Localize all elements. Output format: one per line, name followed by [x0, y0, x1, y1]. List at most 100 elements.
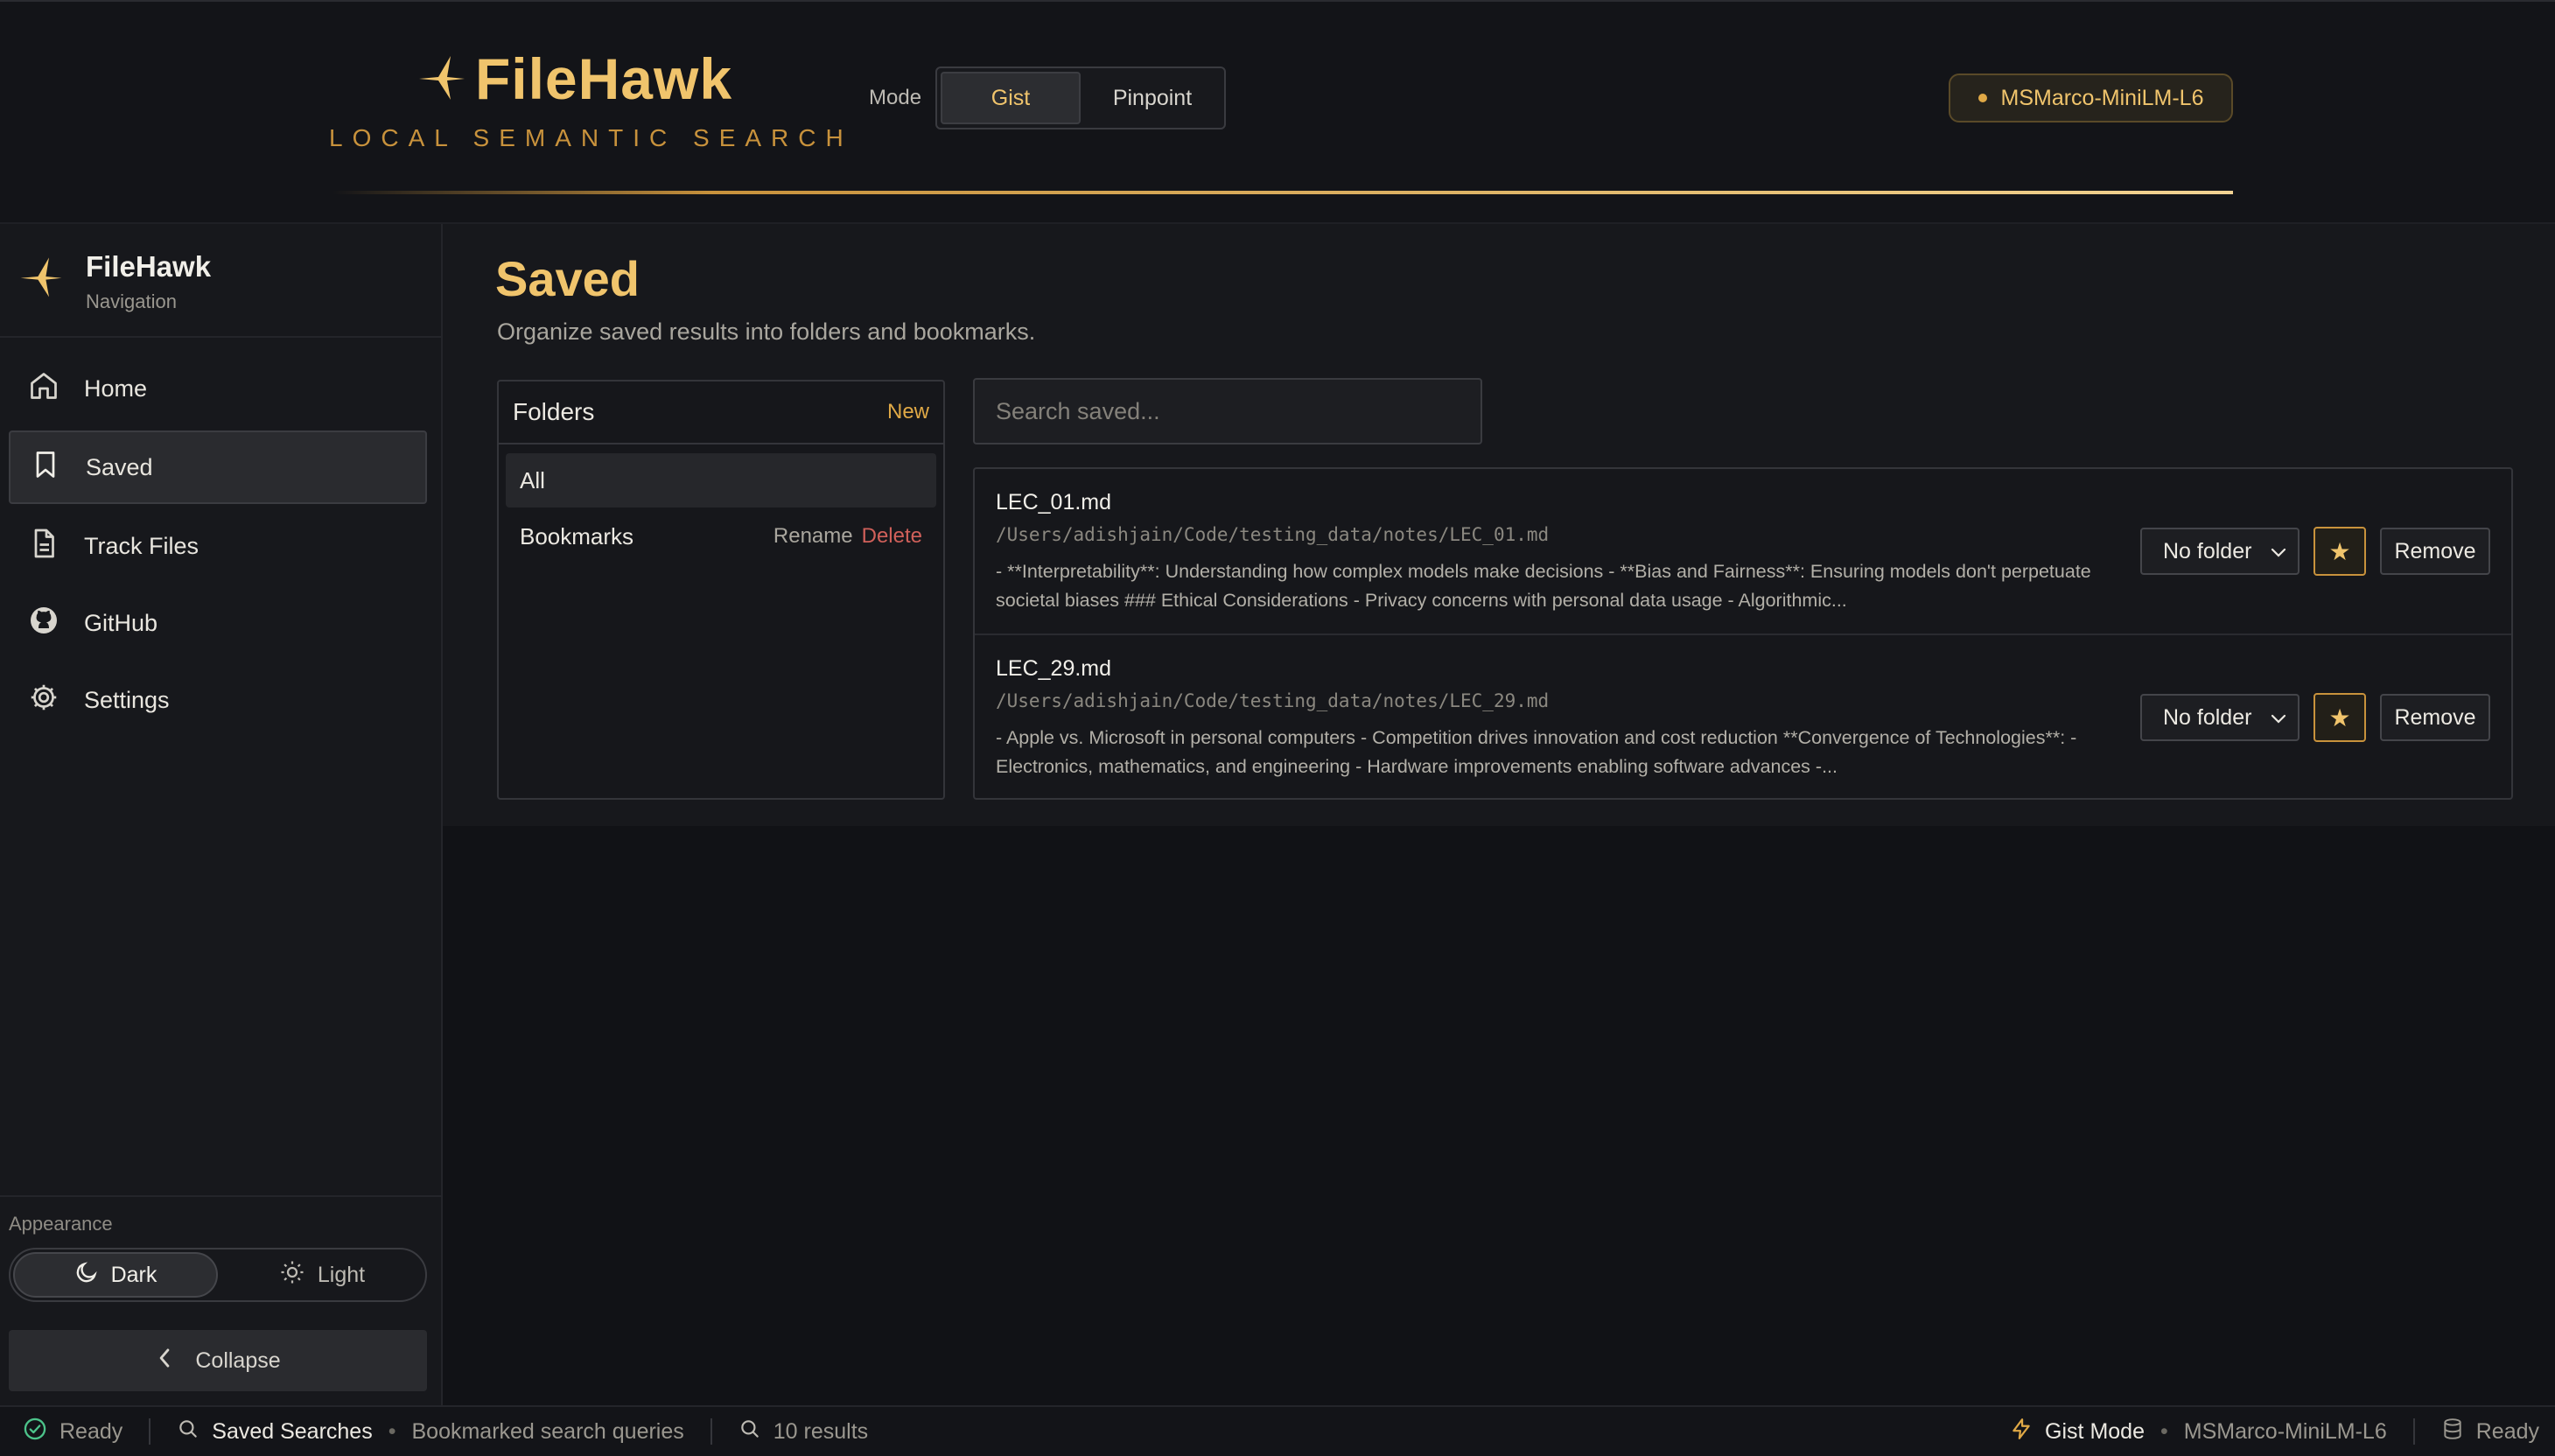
result-controls: No folder ★ Remove	[2140, 527, 2490, 576]
folders-panel: Folders New All Bookmarks Rename Delete	[497, 380, 945, 800]
sidebar-brand-subtitle: Navigation	[86, 290, 177, 312]
sidebar-item-label: Settings	[84, 686, 170, 713]
status-separator-dot: •	[2160, 1418, 2168, 1444]
sidebar-item-label: Track Files	[84, 532, 200, 559]
status-model-name: MSMarco-MiniLM-L6	[2183, 1418, 2387, 1444]
file-icon	[28, 528, 60, 565]
folder-select[interactable]: No folder	[2140, 694, 2300, 741]
sidebar-divider	[0, 1195, 441, 1197]
rename-folder-button[interactable]: Rename	[774, 524, 853, 549]
folders-header: Folders New	[499, 382, 943, 444]
sidebar-item-track-files[interactable]: Track Files	[9, 509, 427, 583]
database-icon	[2441, 1417, 2464, 1447]
chevron-down-icon	[2270, 705, 2287, 731]
page-subtitle: Organize saved results into folders and …	[497, 318, 1036, 345]
bookmark-icon	[30, 449, 61, 486]
folder-select[interactable]: No folder	[2140, 528, 2300, 575]
search-icon	[177, 1418, 200, 1446]
theme-light-label: Light	[317, 1262, 366, 1287]
theme-dark-label: Dark	[110, 1262, 158, 1287]
sidebar-brand: FileHawk Navigation	[0, 224, 441, 338]
github-icon	[28, 605, 60, 642]
theme-dark-button[interactable]: Dark	[13, 1252, 218, 1298]
folder-select-value: No folder	[2163, 704, 2252, 730]
status-section-name: Saved Searches	[212, 1418, 373, 1444]
page-title: Saved	[495, 251, 640, 306]
main-content: Saved Organize saved results into folder…	[443, 224, 2555, 826]
remove-button[interactable]: Remove	[2380, 528, 2490, 575]
result-filename[interactable]: LEC_29.md	[996, 656, 2490, 682]
theme-toggle: Dark Light	[9, 1248, 427, 1302]
status-results-count: 10 results	[773, 1418, 869, 1444]
status-bar: Ready Saved Searches • Bookmarked search…	[0, 1405, 2555, 1456]
result-item[interactable]: LEC_29.md /Users/adishjain/Code/testing_…	[975, 634, 2511, 798]
app-header: FileHawk LOCAL SEMANTIC SEARCH Mode Gist…	[0, 0, 2555, 224]
check-circle-icon	[23, 1417, 47, 1447]
sidebar-item-label: Home	[84, 374, 148, 402]
model-badge[interactable]: MSMarco-MiniLM-L6	[1949, 74, 2233, 122]
result-filename[interactable]: LEC_01.md	[996, 490, 2490, 515]
logo: FileHawk LOCAL SEMANTIC SEARCH	[329, 46, 853, 152]
status-mode-name: Gist Mode	[2045, 1418, 2145, 1444]
sidebar-item-github[interactable]: GitHub	[9, 586, 427, 660]
hawk-logo-icon	[416, 52, 468, 106]
model-badge-label: MSMarco-MiniLM-L6	[2000, 85, 2204, 110]
collapse-label: Collapse	[195, 1348, 281, 1373]
sidebar-item-label: Saved	[86, 453, 153, 480]
result-item[interactable]: LEC_01.md /Users/adishjain/Code/testing_…	[975, 469, 2511, 634]
sidebar-item-settings[interactable]: Settings	[9, 663, 427, 737]
home-icon	[28, 370, 60, 408]
moon-icon	[74, 1260, 99, 1291]
sidebar: FileHawk Navigation Home Saved Track Fil…	[0, 224, 443, 1405]
status-divider	[710, 1418, 712, 1445]
status-db-text: Ready	[2475, 1418, 2539, 1444]
result-controls: No folder ★ Remove	[2140, 693, 2490, 742]
folder-item-bookmarks[interactable]: Bookmarks Rename Delete	[506, 509, 936, 564]
sidebar-item-home[interactable]: Home	[9, 352, 427, 425]
remove-button[interactable]: Remove	[2380, 694, 2490, 741]
sidebar-item-label: GitHub	[84, 609, 158, 636]
folder-item-label: All	[520, 466, 545, 494]
folders-title: Folders	[513, 398, 595, 425]
mode-toggle: Gist Pinpoint	[935, 66, 1226, 130]
result-snippet: - **Interpretability**: Understanding ho…	[996, 561, 2091, 611]
status-separator-dot: •	[388, 1418, 396, 1444]
status-divider	[2412, 1418, 2415, 1445]
mode-pinpoint-button[interactable]: Pinpoint	[1084, 72, 1221, 124]
bookmark-star-button[interactable]: ★	[2314, 527, 2366, 576]
folder-item-label: Bookmarks	[520, 522, 634, 550]
sidebar-item-saved[interactable]: Saved	[9, 430, 427, 504]
bookmark-star-button[interactable]: ★	[2314, 693, 2366, 742]
logo-title: FileHawk	[474, 46, 733, 111]
appearance-label: Appearance	[9, 1213, 113, 1235]
lightning-icon	[2010, 1417, 2033, 1447]
model-status-dot	[1978, 94, 1987, 102]
folder-select-value: No folder	[2163, 538, 2252, 564]
status-ready: Ready	[23, 1417, 122, 1447]
results-list: LEC_01.md /Users/adishjain/Code/testing_…	[973, 467, 2513, 800]
new-folder-button[interactable]: New	[887, 400, 929, 424]
mode-gist-button[interactable]: Gist	[941, 72, 1081, 124]
search-saved-input[interactable]	[996, 397, 1460, 425]
status-divider	[149, 1418, 151, 1445]
status-section-desc: Bookmarked search queries	[411, 1418, 684, 1444]
status-database: Ready	[2441, 1417, 2539, 1447]
status-results: 10 results	[738, 1418, 868, 1446]
status-text: Ready	[60, 1418, 123, 1444]
sidebar-brand-title: FileHawk	[86, 250, 212, 283]
gear-icon	[28, 682, 60, 719]
folder-item-all[interactable]: All	[506, 453, 936, 508]
search-saved-field[interactable]	[973, 378, 1482, 444]
hawk-logo-icon	[18, 250, 65, 307]
collapse-button[interactable]: Collapse	[9, 1330, 427, 1391]
logo-subtitle: LOCAL SEMANTIC SEARCH	[329, 124, 853, 151]
status-section: Saved Searches • Bookmarked search queri…	[177, 1418, 684, 1446]
result-snippet: - Apple vs. Microsoft in personal comput…	[996, 727, 2077, 777]
sun-icon	[279, 1259, 305, 1292]
chevron-down-icon	[2270, 539, 2287, 564]
status-mode: Gist Mode • MSMarco-MiniLM-L6	[2010, 1417, 2387, 1447]
theme-light-button[interactable]: Light	[221, 1252, 423, 1298]
header-divider	[332, 191, 2233, 194]
search-icon	[738, 1418, 761, 1446]
delete-folder-button[interactable]: Delete	[862, 524, 922, 549]
